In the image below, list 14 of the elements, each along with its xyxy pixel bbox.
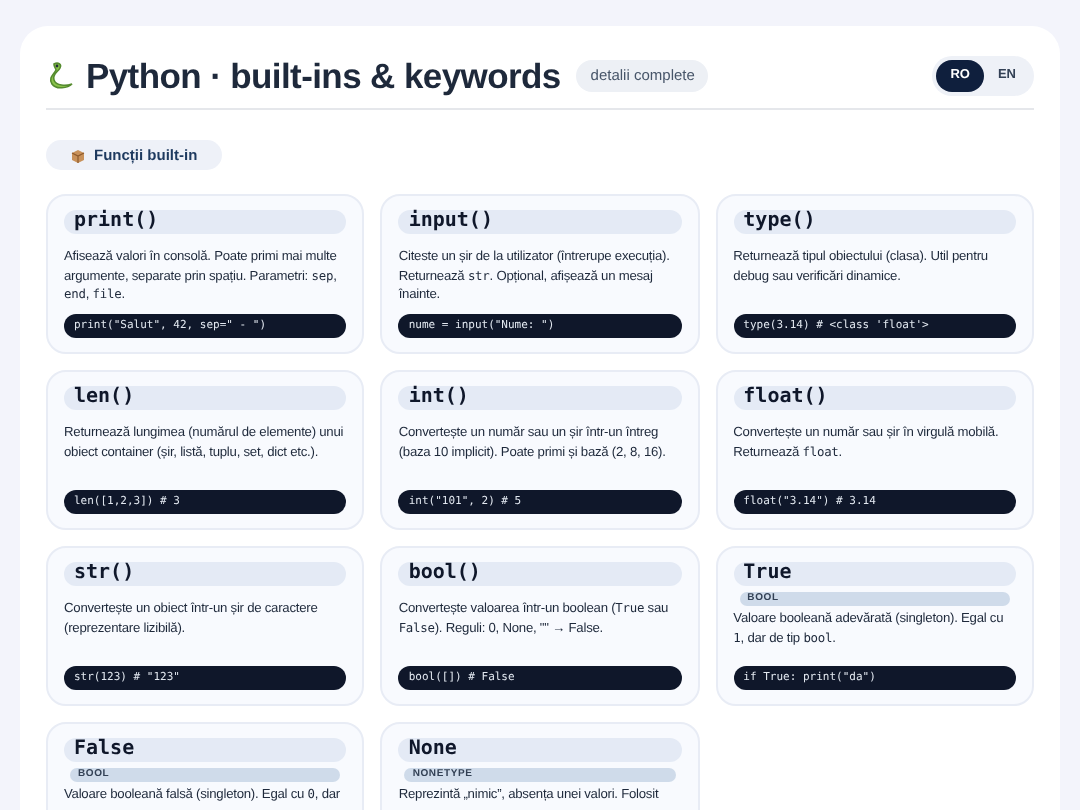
function-name: int() [398, 385, 682, 411]
function-name: False [64, 737, 347, 763]
function-name: bool() [398, 561, 682, 587]
function-name: str() [64, 561, 347, 587]
function-name: input() [398, 209, 682, 235]
function-name: float() [733, 385, 1016, 411]
function-name: type() [733, 209, 1016, 235]
snake-icon [46, 60, 78, 92]
function-name: True [733, 561, 1016, 587]
page-title: Python · built-ins & keywords [86, 53, 561, 100]
function-name: len() [64, 385, 347, 411]
box-icon [70, 147, 86, 164]
function-name: None [398, 737, 682, 763]
function-name: print() [64, 209, 347, 235]
